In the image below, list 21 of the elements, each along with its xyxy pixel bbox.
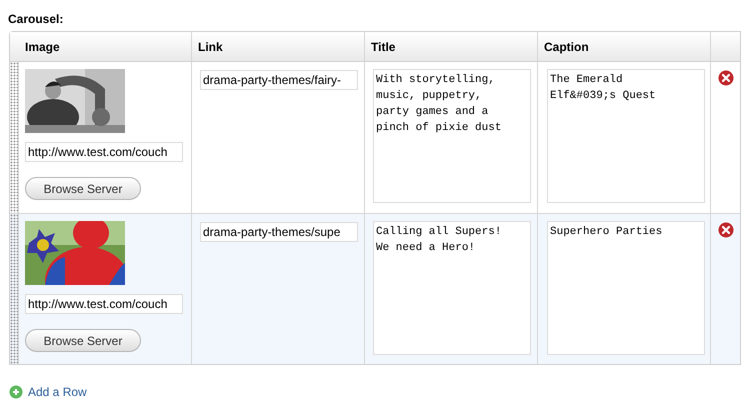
delete-icon[interactable] [718, 222, 734, 238]
delete-icon[interactable] [718, 70, 734, 86]
link-field[interactable]: drama-party-themes/fairy- [200, 70, 358, 90]
title-field[interactable]: Calling all Supers! We need a Hero! [373, 221, 531, 355]
section-label: Carousel: [8, 12, 64, 26]
drag-handle[interactable] [10, 62, 19, 213]
column-header: Caption [544, 38, 589, 56]
column-header: Title [371, 38, 396, 56]
column-header: Link [198, 38, 223, 56]
column-header: Image [25, 38, 60, 56]
caption-field[interactable]: The Emerald Elf&#039;s Quest [547, 69, 705, 203]
add-icon[interactable] [9, 385, 23, 399]
caption-field[interactable]: Superhero Parties [547, 221, 705, 355]
browse-server-button[interactable]: Browse Server [25, 177, 141, 200]
image-url-field[interactable]: http://www.test.com/couch [25, 294, 183, 314]
image-url-field[interactable]: http://www.test.com/couch [25, 142, 183, 162]
title-field[interactable]: With storytelling, music, puppetry, party games and a pinch of pixie dust [373, 69, 531, 203]
browse-server-button[interactable]: Browse Server [25, 329, 141, 352]
drag-handle[interactable] [10, 214, 19, 364]
add-row-link[interactable]: Add a Row [28, 383, 87, 401]
link-field[interactable]: drama-party-themes/supe [200, 222, 358, 242]
